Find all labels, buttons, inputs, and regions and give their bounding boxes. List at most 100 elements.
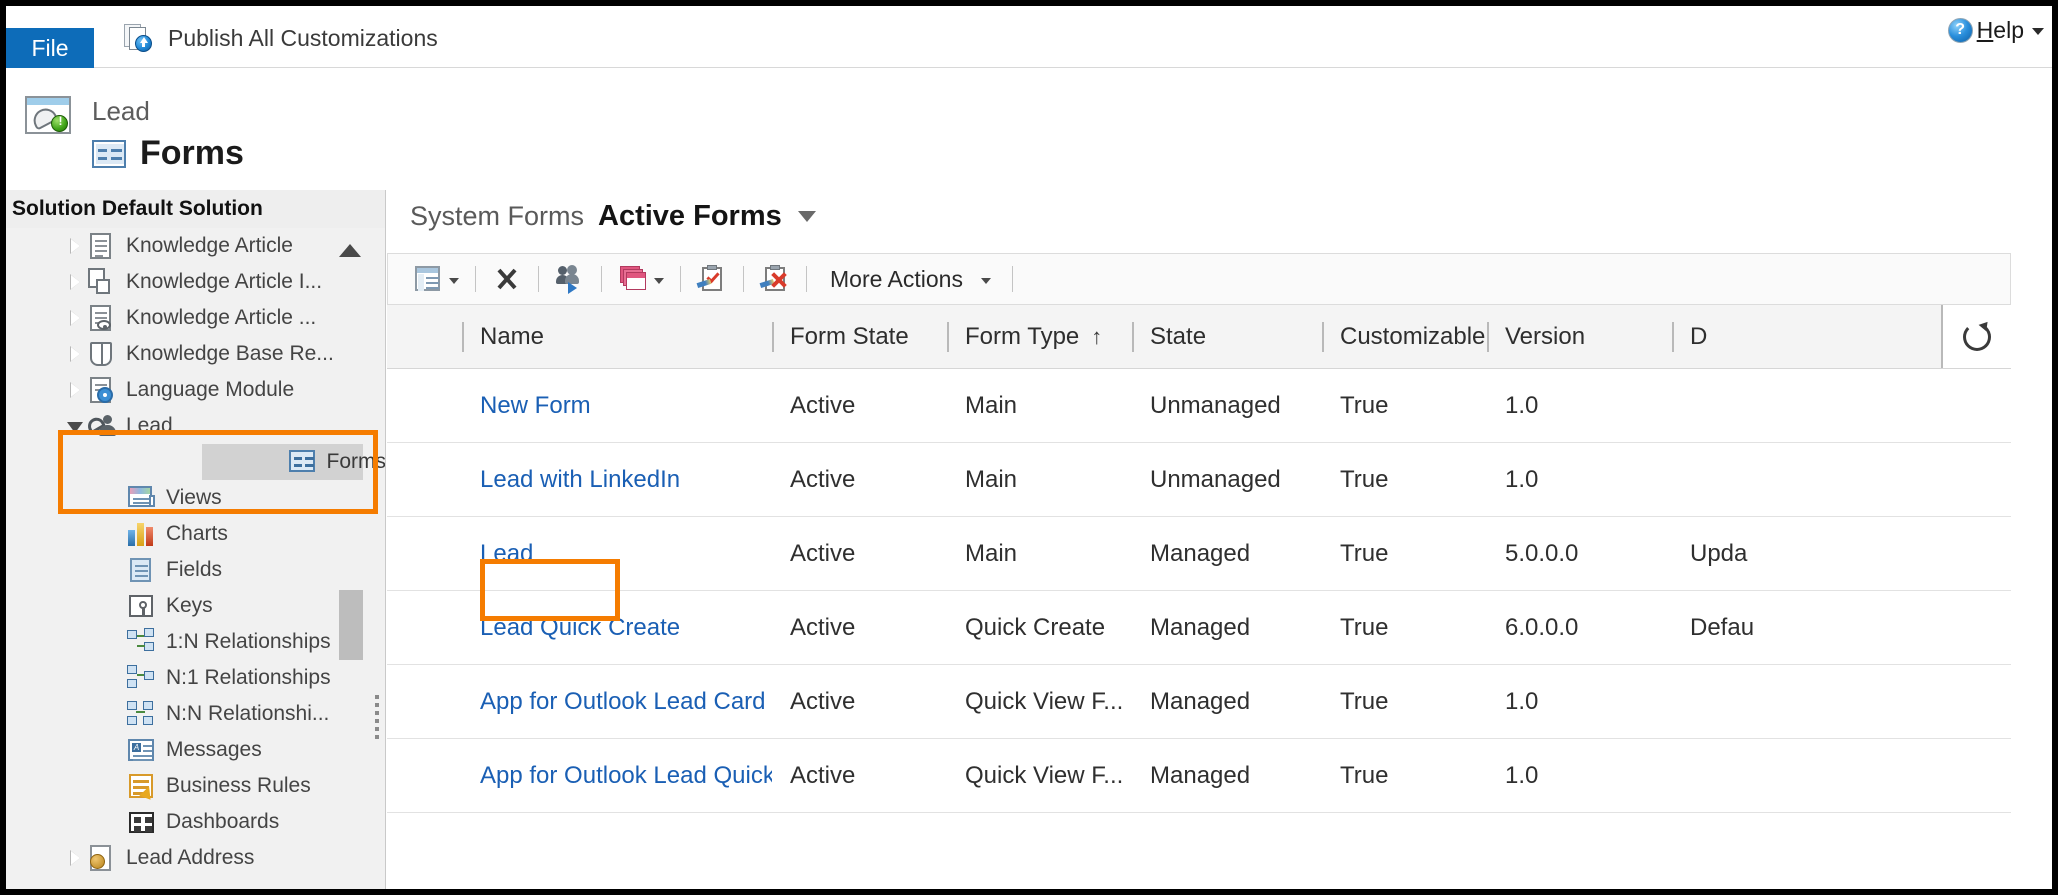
cell-text: 1.0	[1505, 465, 1539, 493]
messages-icon: A	[126, 736, 156, 764]
cell-state: Unmanaged	[1132, 443, 1322, 517]
scroll-up-arrow-icon[interactable]	[339, 244, 361, 257]
tree-item-label: Knowledge Article I...	[126, 270, 323, 293]
tree-item-lead[interactable]: Lead	[6, 408, 385, 444]
collapse-arrow-icon[interactable]	[64, 421, 86, 433]
form-name-link[interactable]: Lead with LinkedIn	[480, 466, 680, 494]
cell-name[interactable]: Lead	[462, 517, 772, 591]
expand-collapse-arrow-icon[interactable]	[64, 850, 86, 866]
view-selector[interactable]: System Forms Active Forms	[410, 200, 816, 233]
tree-item-n-1-relationships[interactable]: N:1 Relationships	[6, 660, 385, 696]
cell-name[interactable]: App for Outlook Lead Quick Vi...	[462, 739, 772, 813]
assign-security-roles-button[interactable]	[548, 257, 592, 301]
table-row[interactable]: Lead with LinkedIn Active Main Unmanaged Tru…	[387, 443, 2011, 517]
grid-column-header-state[interactable]: State	[1132, 305, 1322, 369]
tree-item-label: Forms	[326, 450, 386, 473]
tree-item-forms[interactable]: Forms	[6, 444, 386, 480]
row-leading-pad	[387, 665, 462, 739]
tree-item-dashboards[interactable]: Dashboards	[6, 804, 385, 840]
chevron-down-icon[interactable]	[449, 278, 459, 284]
cell-form_state: Active	[772, 591, 947, 665]
cell-name[interactable]: Lead Quick Create	[462, 591, 772, 665]
tree-item-lead-address[interactable]: Lead Address	[6, 840, 385, 876]
table-row[interactable]: New Form Active Main Unmanaged True 1.0	[387, 369, 2011, 443]
more-actions-button[interactable]: More Actions	[816, 257, 998, 301]
tree-item-views[interactable]: Views	[6, 480, 385, 516]
table-row[interactable]: App for Outlook Lead Quick Vi... Active Qu…	[387, 739, 2011, 813]
cell-name[interactable]: Lead with LinkedIn	[462, 443, 772, 517]
chevron-down-icon[interactable]	[654, 278, 664, 284]
cell-form_state: Active	[772, 665, 947, 739]
business-rules-icon	[126, 772, 156, 800]
sidebar-scrollbar-thumb[interactable]	[339, 590, 363, 660]
chevron-down-icon[interactable]	[2032, 28, 2044, 35]
tree-item-keys[interactable]: Keys	[6, 588, 385, 624]
cell-name[interactable]: App for Outlook Lead Card	[462, 665, 772, 739]
tree-item-knowledge-article[interactable]: Knowledge Article	[6, 228, 385, 264]
form-name-link[interactable]: App for Outlook Lead Card	[480, 688, 766, 716]
new-form-button[interactable]	[406, 257, 466, 301]
grid-column-header-d[interactable]: D	[1672, 305, 1802, 369]
cell-version: 1.0	[1487, 739, 1672, 813]
keys-icon	[126, 592, 156, 620]
form-name-link[interactable]: App for Outlook Lead Quick Vi...	[480, 762, 772, 790]
column-header-label: Form State	[790, 322, 909, 350]
tree-item-fields[interactable]: Fields	[6, 552, 385, 588]
tree-item-language-module[interactable]: Language Module	[6, 372, 385, 408]
cell-text: Unmanaged	[1150, 465, 1281, 493]
deactivate-button[interactable]	[753, 257, 797, 301]
form-name-link[interactable]: Lead	[480, 540, 533, 568]
grid-column-header-name[interactable]: Name	[462, 305, 772, 369]
tree-item-messages[interactable]: A Messages	[6, 732, 385, 768]
lead-icon	[84, 412, 116, 440]
tree-item-knowledge-article[interactable]: Knowledge Article ...	[6, 300, 385, 336]
file-menu-tab[interactable]: File	[6, 28, 94, 68]
cell-text: Active	[790, 465, 856, 493]
help-button[interactable]: ? Help	[1947, 12, 2044, 48]
tree-item-n-n-relationshi[interactable]: N:N Relationshi...	[6, 696, 385, 732]
grid-column-header-customizable[interactable]: Customizable	[1322, 305, 1487, 369]
refresh-spinner-icon[interactable]	[1941, 305, 2011, 368]
tree-item-label: Business Rules	[166, 774, 311, 797]
grid-column-header-form-state[interactable]: Form State	[772, 305, 947, 369]
tree-item-label: Keys	[166, 594, 213, 617]
table-row[interactable]: Lead Active Main Managed True 5.0.0.0 Upda	[387, 517, 2011, 591]
form-name-link[interactable]: New Form	[480, 392, 591, 420]
cell-text: Active	[790, 539, 856, 567]
cell-text: Quick View F...	[965, 687, 1124, 715]
tree-item-knowledge-base-re[interactable]: Knowledge Base Re...	[6, 336, 385, 372]
publish-all-customizations-button[interactable]: Publish All Customizations	[124, 18, 446, 58]
many-to-many-icon	[126, 700, 156, 728]
expand-collapse-arrow-icon[interactable]	[64, 382, 86, 398]
chevron-down-icon[interactable]	[797, 211, 816, 222]
tree-item-knowledge-article-i[interactable]: Knowledge Article I...	[6, 264, 385, 300]
grid-column-header-version[interactable]: Version	[1487, 305, 1672, 369]
tree-item-1-n-relationships[interactable]: 1:N Relationships	[6, 624, 385, 660]
column-header-label: Form Type	[965, 322, 1080, 350]
sidebar-scrollbar-track[interactable]	[339, 228, 363, 828]
cell-customizable: True	[1322, 739, 1487, 813]
expand-collapse-arrow-icon[interactable]	[64, 346, 86, 362]
grid-column-header-form-type[interactable]: Form Type ↑	[947, 305, 1132, 369]
toolbar-separator	[806, 266, 807, 292]
table-row[interactable]: Lead Quick Create Active Quick Create Manag…	[387, 591, 2011, 665]
tree-item-charts[interactable]: Charts	[6, 516, 385, 552]
cell-customizable: True	[1322, 665, 1487, 739]
cell-name[interactable]: New Form	[462, 369, 772, 443]
delete-button[interactable]	[485, 257, 529, 301]
cell-text: Active	[790, 613, 856, 641]
cell-text: True	[1340, 391, 1389, 419]
solution-label: Solution	[12, 197, 96, 220]
chevron-down-icon[interactable]	[980, 278, 991, 284]
form-name-link[interactable]: Lead Quick Create	[480, 614, 680, 642]
table-row[interactable]: App for Outlook Lead Card Active Quick Vie…	[387, 665, 2011, 739]
lead-entity-icon	[22, 96, 74, 140]
expand-collapse-arrow-icon[interactable]	[64, 274, 86, 290]
expand-collapse-arrow-icon[interactable]	[64, 310, 86, 326]
expand-collapse-arrow-icon[interactable]	[64, 238, 86, 254]
sidebar-splitter-handle[interactable]	[375, 695, 382, 739]
tree-item-business-rules[interactable]: Business Rules	[6, 768, 385, 804]
activate-button[interactable]	[690, 257, 734, 301]
form-order-button[interactable]	[611, 257, 671, 301]
cell-version: 6.0.0.0	[1487, 591, 1672, 665]
